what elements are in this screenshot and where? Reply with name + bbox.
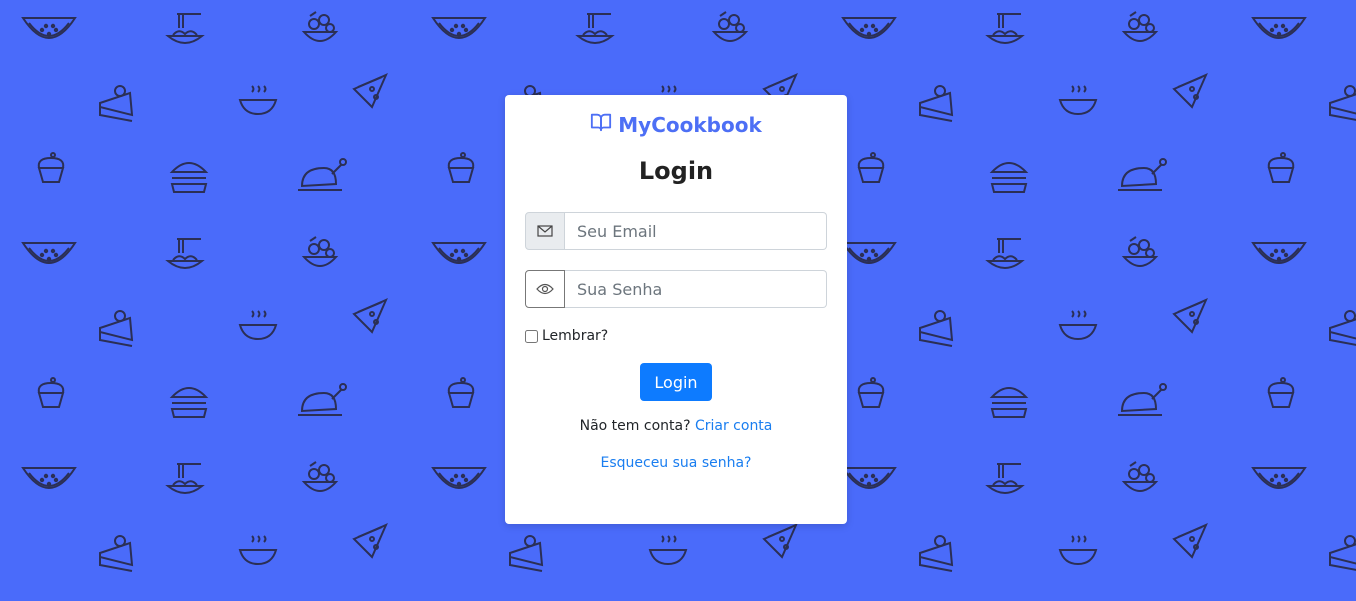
email-field[interactable] [565,212,827,250]
create-account-link[interactable]: Criar conta [695,418,772,434]
email-input-group [525,212,827,250]
open-book-icon [590,111,612,138]
forgot-password-link[interactable]: Esqueceu sua senha? [600,455,751,471]
signup-prompt: Não tem conta? Criar conta [505,418,847,434]
remember-checkbox[interactable] [525,329,538,343]
login-card: MyCookbook Login Lembrar? Login Não tem … [505,95,847,524]
brand-name: MyCookbook [618,112,762,137]
password-input-group [525,270,827,308]
login-button[interactable]: Login [640,363,712,401]
no-account-text: Não tem conta? [579,418,691,434]
forgot-password: Esqueceu sua senha? [505,455,847,471]
password-field[interactable] [565,270,827,308]
page-title: Login [638,157,714,185]
brand[interactable]: MyCookbook [505,111,847,138]
remember-me[interactable]: Lembrar? [525,328,608,344]
remember-label: Lembrar? [542,328,609,344]
eye-icon[interactable] [525,270,565,308]
envelope-icon [525,212,565,250]
